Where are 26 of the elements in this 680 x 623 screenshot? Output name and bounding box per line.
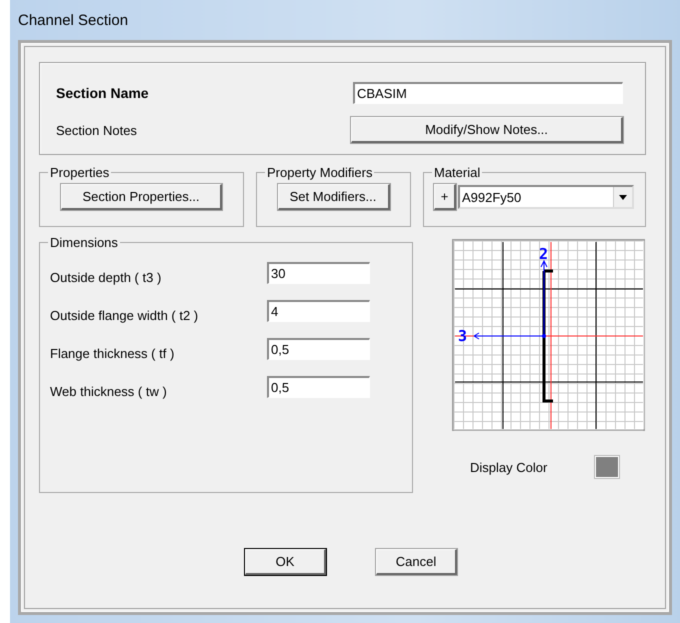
section-name-label: Section Name bbox=[56, 85, 149, 101]
dropdown-arrow-icon bbox=[619, 194, 627, 200]
dimension-field[interactable]: 4 bbox=[267, 300, 370, 322]
section-properties-button[interactable]: Section Properties... bbox=[61, 184, 222, 210]
dimension-field[interactable]: 0,5 bbox=[267, 338, 370, 360]
dimension-field[interactable]: 30 bbox=[267, 262, 370, 284]
add-material-button[interactable]: + bbox=[434, 184, 456, 210]
material-dropdown[interactable]: A992Fy50 bbox=[458, 185, 634, 209]
group-label: Property Modifiers bbox=[266, 165, 374, 180]
modify-notes-button[interactable]: Modify/Show Notes... bbox=[351, 117, 623, 143]
dimension-label: Outside depth ( t3 ) bbox=[50, 270, 162, 284]
cancel-button[interactable]: Cancel bbox=[376, 549, 457, 575]
set-modifiers-button[interactable]: Set Modifiers... bbox=[278, 184, 390, 210]
display-color-swatch[interactable] bbox=[595, 456, 620, 478]
group-label: Material bbox=[433, 165, 482, 180]
group-label: Dimensions bbox=[49, 235, 119, 250]
dimension-label: Outside flange width ( t2 ) bbox=[50, 308, 198, 322]
window-title: Channel Section bbox=[18, 12, 128, 28]
dimension-field[interactable]: 0,5 bbox=[267, 376, 370, 398]
ok-button[interactable]: OK bbox=[245, 549, 326, 575]
dimension-label: Web thickness ( tw ) bbox=[50, 384, 167, 398]
dimension-label: Flange thickness ( tf ) bbox=[50, 346, 174, 360]
group-label: Properties bbox=[49, 165, 110, 180]
section-name-field[interactable]: CBASIM bbox=[353, 82, 623, 104]
display-color-label: Display Color bbox=[470, 460, 548, 474]
section-notes-label: Section Notes bbox=[56, 122, 137, 138]
